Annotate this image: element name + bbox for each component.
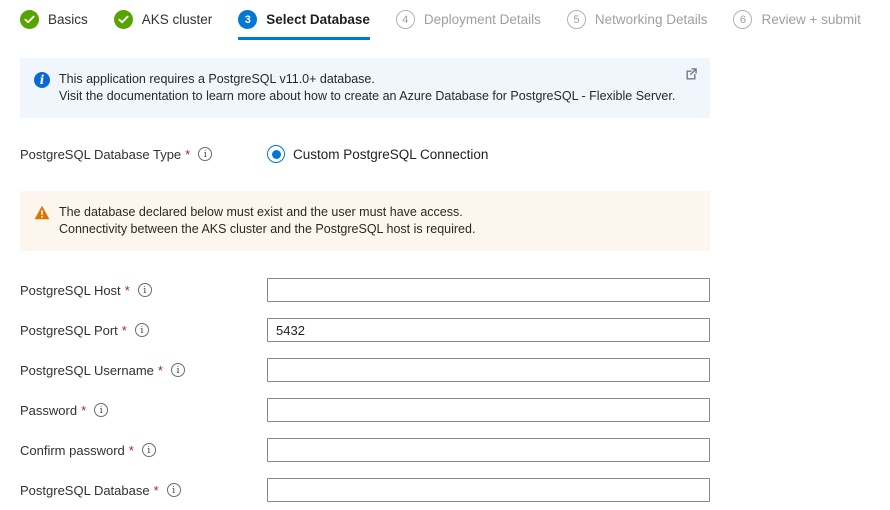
password-row: Password * i [20, 398, 710, 422]
info-line-2: Visit the documentation to learn more ab… [59, 88, 675, 105]
confirm-password-row: Confirm password * i [20, 438, 710, 462]
postgresql-host-label: PostgreSQL Host * i [20, 283, 267, 298]
external-link-icon[interactable] [685, 67, 698, 85]
warning-line-1: The database declared below must exist a… [59, 204, 475, 221]
required-asterisk: * [125, 283, 130, 298]
radio-label: Custom PostgreSQL Connection [293, 147, 488, 162]
postgresql-database-input[interactable] [267, 478, 710, 502]
connection-form: PostgreSQL Host * i PostgreSQL Port * i … [20, 278, 710, 502]
postgresql-database-row: PostgreSQL Database * i [20, 478, 710, 502]
required-asterisk: * [129, 443, 134, 458]
tab-label: Basics [48, 12, 88, 27]
postgresql-username-input[interactable] [267, 358, 710, 382]
confirm-password-label: Confirm password * i [20, 443, 267, 458]
postgresql-port-row: PostgreSQL Port * i [20, 318, 710, 342]
warning-icon [34, 205, 50, 225]
postgresql-host-input[interactable] [267, 278, 710, 302]
step-number-icon: 3 [238, 10, 257, 29]
step-number-icon: 4 [396, 10, 415, 29]
info-tooltip-icon[interactable]: i [142, 443, 156, 457]
required-asterisk: * [185, 147, 190, 162]
info-tooltip-icon[interactable]: i [138, 283, 152, 297]
info-icon: i [34, 72, 50, 88]
info-banner: i This application requires a PostgreSQL… [20, 58, 710, 118]
step-number-icon: 6 [733, 10, 752, 29]
tab-aks-cluster[interactable]: AKS cluster [114, 10, 213, 40]
postgresql-host-row: PostgreSQL Host * i [20, 278, 710, 302]
tab-deployment-details[interactable]: 4 Deployment Details [396, 10, 541, 40]
tab-review-submit[interactable]: 6 Review + submit [733, 10, 860, 40]
info-tooltip-icon[interactable]: i [167, 483, 181, 497]
check-icon [20, 10, 39, 29]
warning-line-2: Connectivity between the AKS cluster and… [59, 221, 475, 238]
warning-banner-text: The database declared below must exist a… [59, 204, 475, 238]
info-line-1: This application requires a PostgreSQL v… [59, 71, 675, 88]
password-label: Password * i [20, 403, 267, 418]
postgresql-username-label: PostgreSQL Username * i [20, 363, 267, 378]
tab-label: Deployment Details [424, 12, 541, 27]
confirm-password-input[interactable] [267, 438, 710, 462]
postgresql-username-row: PostgreSQL Username * i [20, 358, 710, 382]
postgresql-port-label: PostgreSQL Port * i [20, 323, 267, 338]
tab-label: Select Database [266, 12, 370, 27]
info-tooltip-icon[interactable]: i [135, 323, 149, 337]
database-type-row: PostgreSQL Database Type * i Custom Post… [20, 145, 710, 163]
custom-postgresql-connection-radio[interactable]: Custom PostgreSQL Connection [267, 145, 488, 163]
info-tooltip-icon[interactable]: i [171, 363, 185, 377]
select-database-panel: i This application requires a PostgreSQL… [0, 58, 710, 502]
postgresql-port-input[interactable] [267, 318, 710, 342]
tab-select-database[interactable]: 3 Select Database [238, 10, 370, 40]
radio-selected-icon [267, 145, 285, 163]
check-icon [114, 10, 133, 29]
tab-basics[interactable]: Basics [20, 10, 88, 40]
postgresql-database-label: PostgreSQL Database * i [20, 483, 267, 498]
tab-label: Networking Details [595, 12, 708, 27]
tab-label: Review + submit [761, 12, 860, 27]
tab-label: AKS cluster [142, 12, 213, 27]
required-asterisk: * [81, 403, 86, 418]
info-tooltip-icon[interactable]: i [94, 403, 108, 417]
info-banner-text: This application requires a PostgreSQL v… [59, 71, 675, 105]
wizard-tab-bar: Basics AKS cluster 3 Select Database 4 D… [0, 0, 890, 40]
step-number-icon: 5 [567, 10, 586, 29]
required-asterisk: * [154, 483, 159, 498]
required-asterisk: * [122, 323, 127, 338]
warning-banner: The database declared below must exist a… [20, 191, 710, 251]
required-asterisk: * [158, 363, 163, 378]
info-tooltip-icon[interactable]: i [198, 147, 212, 161]
database-type-label: PostgreSQL Database Type * i [20, 147, 267, 162]
tab-networking-details[interactable]: 5 Networking Details [567, 10, 708, 40]
password-input[interactable] [267, 398, 710, 422]
